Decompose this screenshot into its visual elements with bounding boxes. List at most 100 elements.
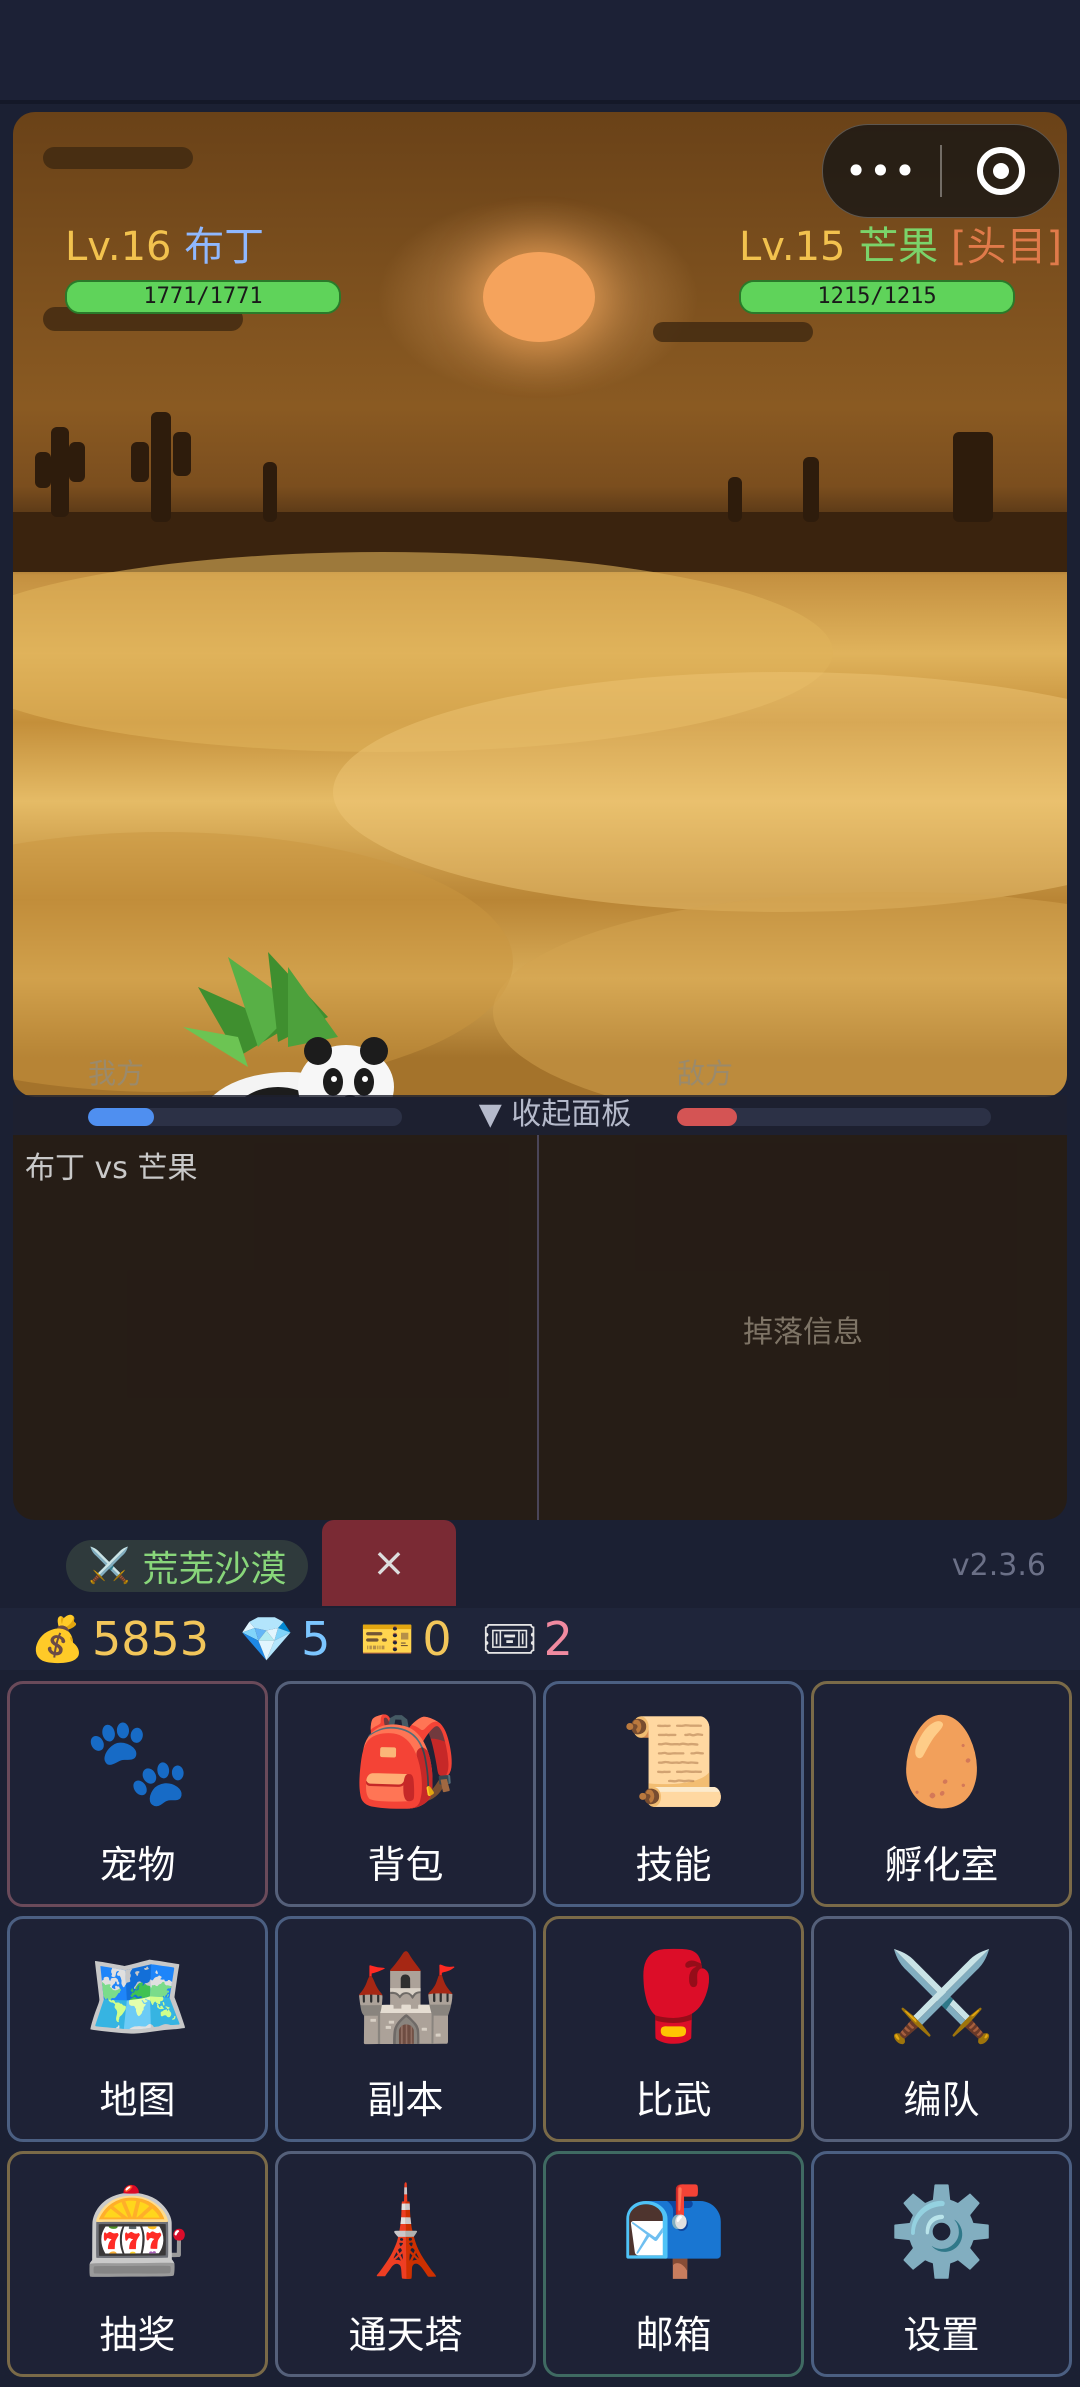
menu-tower-button[interactable]: 🗼 通天塔	[275, 2151, 536, 2377]
menu-label: 孵化室	[884, 1843, 999, 1887]
menu-label: 邮箱	[635, 2313, 712, 2357]
player-name-line: Lv.16 布丁	[65, 224, 341, 270]
backpack-icon: 🎒	[351, 1711, 460, 1812]
menu-label: 技能	[635, 1843, 712, 1887]
ally-progress-fill	[88, 1108, 154, 1126]
menu-label: 背包	[367, 1843, 444, 1887]
player-hp-text: 1771/1771	[143, 284, 263, 309]
enemy-progress-fill	[677, 1108, 737, 1126]
player-name: 布丁	[184, 224, 265, 270]
scroll-icon: 📜	[619, 1711, 728, 1812]
enemy-hp-panel: Lv.15 芒果 [头目] 1215/1215	[739, 224, 1062, 314]
cactus	[131, 442, 149, 482]
cactus	[728, 477, 742, 522]
battle-log-text: 布丁 vs 芒果	[25, 1151, 198, 1186]
castle-icon: 🏰	[351, 1946, 460, 2047]
crossed-swords-icon: ⚔️	[88, 1546, 131, 1586]
main-menu-grid: 🐾 宠物 🎒 背包 📜 技能 🥚 孵化室 🗺️ 地图 🏰 副本 🥊 比武 ⚔️ 编队 🎰 抽奖 🗼…	[7, 1681, 1073, 2377]
menu-incubator-button[interactable]: 🥚 孵化室	[811, 1681, 1072, 1907]
battle-scene: Lv.16 布丁 1771/1771 Lv.15 芒果 [头目] 1215/12…	[13, 112, 1067, 1097]
drop-info-text: 掉落信息	[743, 1315, 863, 1350]
cactus	[69, 442, 85, 482]
enemy-name: 芒果	[858, 224, 939, 270]
diamond-icon: 💎	[239, 1614, 294, 1665]
battle-log-panel: 布丁 vs 芒果 掉落信息	[13, 1135, 1067, 1520]
player-hp-bar: 1771/1771	[65, 280, 341, 314]
player-level: Lv.16	[65, 224, 172, 270]
money-bag-icon: 💰	[30, 1614, 85, 1665]
ticket-currency: 🎫 0	[360, 1612, 451, 1666]
ticket-icon: 🎫	[360, 1614, 416, 1665]
menu-label: 编队	[903, 2078, 980, 2122]
menu-lottery-button[interactable]: 🎰 抽奖	[7, 2151, 268, 2377]
red-ticket-value: 2	[543, 1612, 573, 1666]
status-bar	[0, 0, 1080, 104]
enemy-label: 敌方	[677, 1057, 734, 1090]
cloud	[653, 322, 813, 342]
menu-settings-button[interactable]: ⚙️ 设置	[811, 2151, 1072, 2377]
close-battle-button[interactable]: ×	[322, 1520, 456, 1606]
gear-icon: ⚙️	[887, 2181, 996, 2282]
menu-backpack-button[interactable]: 🎒 背包	[275, 1681, 536, 1907]
crossed-swords-icon: ⚔️	[887, 1946, 996, 2047]
menu-team-button[interactable]: ⚔️ 编队	[811, 1916, 1072, 2142]
mailbox-icon: 📬	[619, 2181, 728, 2282]
cactus	[35, 452, 51, 488]
log-divider	[537, 1135, 539, 1520]
menu-label: 宠物	[99, 1843, 176, 1887]
close-mini-program-button[interactable]	[942, 147, 1059, 195]
version-label: v2.3.6	[951, 1548, 1046, 1583]
ally-progress-bar	[88, 1108, 402, 1126]
menu-map-button[interactable]: 🗺️ 地图	[7, 1916, 268, 2142]
menu-label: 抽奖	[99, 2313, 176, 2357]
mesa-rock	[953, 432, 993, 522]
mini-program-capsule: •••	[822, 124, 1060, 218]
enemy-hp-bar: 1215/1215	[739, 280, 1015, 314]
gold-currency: 💰 5853	[30, 1612, 209, 1666]
slot-machine-icon: 🎰	[83, 2181, 192, 2282]
red-ticket-currency: 🎟 2	[482, 1612, 573, 1666]
location-chip[interactable]: ⚔️ 荒芜沙漠	[66, 1540, 309, 1592]
more-options-button[interactable]: •••	[823, 125, 940, 217]
cactus	[803, 457, 819, 522]
menu-label: 地图	[99, 2078, 176, 2122]
menu-pets-button[interactable]: 🐾 宠物	[7, 1681, 268, 1907]
player-hp-panel: Lv.16 布丁 1771/1771	[65, 224, 341, 314]
egg-icon: 🥚	[887, 1711, 996, 1812]
enemy-progress-bar	[677, 1108, 991, 1126]
collapse-panel-button[interactable]: ▼ 收起面板	[455, 1095, 655, 1135]
cactus	[151, 412, 171, 522]
enemy-hp-text: 1215/1215	[817, 284, 937, 309]
diamond-currency: 💎 5	[239, 1612, 330, 1666]
menu-skills-button[interactable]: 📜 技能	[543, 1681, 804, 1907]
dune	[493, 892, 1067, 1097]
ally-label: 我方	[88, 1057, 145, 1090]
target-close-icon	[976, 147, 1025, 195]
menu-dungeon-button[interactable]: 🏰 副本	[275, 1916, 536, 2142]
cloud	[43, 147, 193, 169]
cactus	[51, 427, 69, 517]
diamond-value: 5	[301, 1612, 331, 1666]
menu-label: 设置	[903, 2313, 980, 2357]
currency-bar: 💰 5853 💎 5 🎫 0 🎟 2	[0, 1608, 1080, 1670]
enemy-name-line: Lv.15 芒果 [头目]	[739, 224, 1062, 270]
boxing-glove-icon: 🥊	[619, 1946, 728, 2047]
cactus	[263, 462, 277, 522]
ticket-value: 0	[422, 1612, 452, 1666]
panda-pet-sprite	[183, 952, 394, 1097]
sun	[483, 252, 595, 342]
tower-icon: 🗼	[351, 2181, 460, 2282]
gold-value: 5853	[92, 1612, 210, 1666]
paw-print-icon: 🐾	[83, 1711, 192, 1812]
cactus	[173, 432, 191, 476]
location-name: 荒芜沙漠	[142, 1549, 287, 1590]
enemy-boss-tag: [头目]	[950, 224, 1063, 270]
enemy-level: Lv.15	[739, 224, 846, 270]
menu-label: 副本	[367, 2078, 444, 2122]
menu-mailbox-button[interactable]: 📬 邮箱	[543, 2151, 804, 2377]
red-ticket-icon: 🎟	[481, 1614, 538, 1665]
menu-arena-button[interactable]: 🥊 比武	[543, 1916, 804, 2142]
menu-label: 通天塔	[348, 2313, 463, 2357]
world-map-icon: 🗺️	[83, 1946, 192, 2047]
menu-label: 比武	[635, 2078, 712, 2122]
